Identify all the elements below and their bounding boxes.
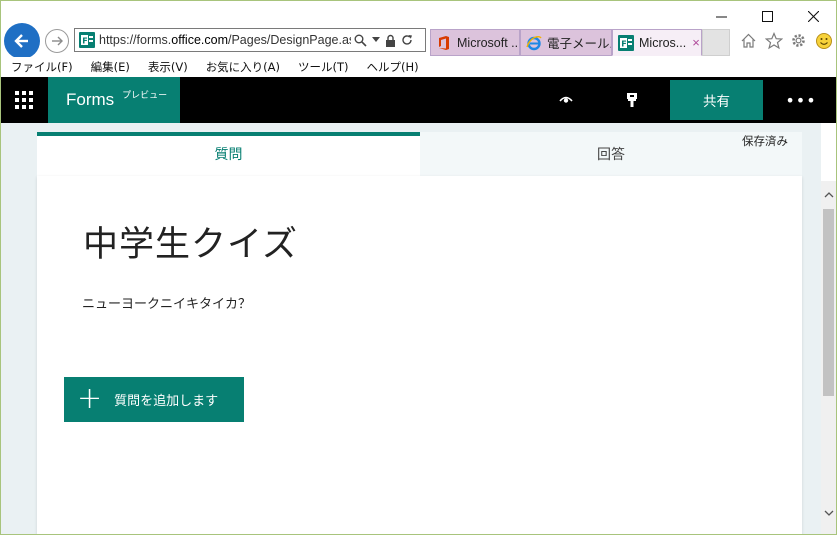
browser-tab-email[interactable]: 電子メール...: [520, 29, 612, 56]
new-tab-button[interactable]: [702, 29, 730, 56]
menu-view[interactable]: 表示(V): [148, 59, 188, 75]
preview-badge: プレビュー: [122, 90, 168, 101]
svg-text:F: F: [621, 39, 626, 48]
tab-questions[interactable]: 質問: [37, 132, 420, 176]
scroll-down-button[interactable]: [821, 506, 836, 521]
url-path: /Pages/DesignPage.aspx: [228, 33, 351, 47]
back-button[interactable]: [4, 23, 40, 59]
address-row: F https://forms.office.com/Pages/DesignP…: [1, 23, 836, 59]
svg-text:F: F: [82, 37, 87, 46]
add-question-button[interactable]: + 質問を追加します: [64, 377, 244, 422]
favorites-star-icon[interactable]: [764, 31, 783, 50]
maximize-icon: [761, 10, 773, 22]
app-brand[interactable]: Forms プレビュー: [48, 77, 180, 123]
vertical-scrollbar[interactable]: [821, 181, 836, 534]
more-options-button[interactable]: •••: [783, 77, 819, 123]
theme-button[interactable]: [618, 77, 646, 123]
office-icon: [439, 35, 449, 50]
browser-tab-forms-active[interactable]: F Micros... ×: [612, 29, 702, 56]
minimize-icon: [715, 16, 727, 17]
share-button[interactable]: 共有: [670, 80, 763, 120]
search-icon[interactable]: [354, 34, 367, 47]
plus-icon: +: [77, 380, 103, 416]
url-domain: office.com: [171, 33, 228, 47]
browser-window: F https://forms.office.com/Pages/DesignP…: [0, 0, 837, 535]
waffle-icon: [15, 91, 33, 109]
home-icon[interactable]: [739, 31, 758, 50]
close-icon: [807, 10, 819, 22]
tab-label: Micros...: [639, 35, 687, 50]
url-text[interactable]: https://forms.office.com/Pages/DesignPag…: [99, 33, 351, 47]
smiley-feedback-icon[interactable]: [814, 31, 833, 50]
form-card: 中学生クイズ ニューヨークニイキタイカ？ + 質問を追加します: [37, 176, 802, 534]
tab-label: 電子メール...: [547, 37, 612, 51]
scroll-thumb[interactable]: [823, 209, 834, 396]
form-description[interactable]: ニューヨークニイキタイカ？: [82, 293, 251, 312]
forms-favicon-icon: F: [79, 32, 95, 48]
url-prefix: https://forms.: [99, 33, 172, 47]
refresh-icon[interactable]: [401, 34, 413, 46]
app-name: Forms: [66, 90, 115, 109]
menu-favorites[interactable]: お気に入り(A): [206, 59, 280, 75]
app-launcher-button[interactable]: [1, 77, 47, 123]
ie-icon: [526, 35, 542, 50]
eye-icon: [559, 96, 573, 103]
tab-close-icon[interactable]: ×: [692, 35, 700, 50]
menu-tools[interactable]: ツール(T): [298, 59, 349, 75]
form-editor: 質問 回答 保存済み 中学生クイズ ニューヨークニイキタイカ？ + 質問を追加し…: [1, 123, 821, 534]
app-bar: Forms プレビュー 共有 •••: [1, 77, 836, 123]
chevron-down-icon: [824, 510, 833, 516]
browser-tab-microsoft[interactable]: Microsoft ...: [430, 29, 520, 56]
menu-file[interactable]: ファイル(F): [11, 59, 73, 75]
menu-edit[interactable]: 編集(E): [91, 59, 130, 75]
address-bar[interactable]: F https://forms.office.com/Pages/DesignP…: [74, 28, 426, 52]
ie-toolbar: [739, 31, 833, 50]
form-tabs: 質問 回答: [37, 132, 802, 176]
arrow-left-icon: [14, 34, 28, 48]
scroll-up-button[interactable]: [821, 187, 836, 202]
forward-button[interactable]: [45, 29, 69, 53]
save-status: 保存済み: [742, 134, 788, 148]
chevron-up-icon: [824, 192, 833, 198]
gear-icon[interactable]: [789, 31, 808, 50]
menu-bar: ファイル(F) 編集(E) 表示(V) お気に入り(A) ツール(T) ヘルプ(…: [1, 57, 836, 77]
arrow-right-icon: [52, 36, 63, 46]
add-question-label: 質問を追加します: [114, 394, 219, 409]
form-title[interactable]: 中学生クイズ: [83, 216, 298, 267]
menu-help[interactable]: ヘルプ(H): [367, 59, 419, 75]
dropdown-arrow-icon[interactable]: [372, 37, 380, 43]
lock-icon[interactable]: [385, 34, 396, 47]
forms-icon: F: [618, 34, 634, 51]
tab-label: Microsoft ...: [457, 35, 520, 50]
paintbrush-icon: [627, 93, 637, 107]
preview-button[interactable]: [552, 77, 580, 123]
